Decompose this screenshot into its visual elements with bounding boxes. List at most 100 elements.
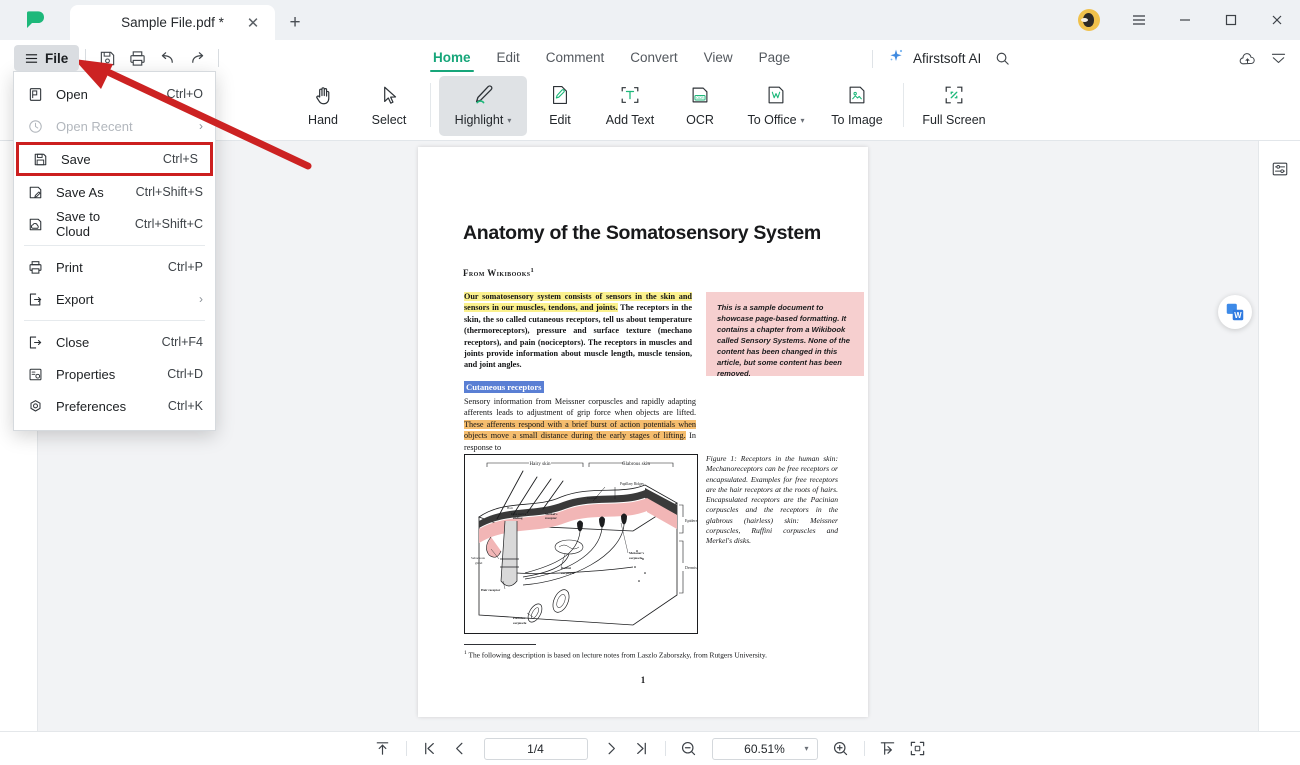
tool-full-screen[interactable]: Full Screen xyxy=(912,76,996,136)
word-convert-icon[interactable]: W xyxy=(1218,295,1252,329)
menu-item-export-label: Export xyxy=(56,291,94,307)
save-cloud-icon xyxy=(28,217,48,232)
tab-page[interactable]: Page xyxy=(746,46,804,72)
menu-item-save-as[interactable]: Save As Ctrl+Shift+S xyxy=(14,176,215,208)
collapse-ribbon-icon[interactable] xyxy=(1269,50,1288,69)
tab-edit[interactable]: Edit xyxy=(484,46,533,72)
tool-edit[interactable]: Edit xyxy=(527,76,593,136)
window-controls xyxy=(1078,0,1300,40)
zoom-level-select[interactable]: 60.51% ▾ xyxy=(711,737,818,760)
svg-text:Dermis: Dermis xyxy=(685,565,697,570)
minimize-button[interactable] xyxy=(1162,0,1208,40)
file-button[interactable]: File xyxy=(14,45,80,71)
close-window-button[interactable] xyxy=(1254,0,1300,40)
divider xyxy=(405,741,407,756)
menu-item-preferences[interactable]: Preferences Ctrl+K xyxy=(14,390,215,422)
chevron-down-icon[interactable]: ▾ xyxy=(801,116,805,125)
maximize-button[interactable] xyxy=(1208,0,1254,40)
close-icon[interactable]: ✕ xyxy=(245,15,261,32)
divider xyxy=(24,245,205,246)
chevron-right-icon: › xyxy=(199,119,203,133)
menu-item-open-shortcut: Ctrl+O xyxy=(166,87,203,101)
chevron-down-icon[interactable]: ▾ xyxy=(507,116,511,125)
svg-text:Hair: Hair xyxy=(507,506,514,510)
prev-page-icon[interactable] xyxy=(446,737,474,761)
divider xyxy=(218,49,220,67)
tab-home[interactable]: Home xyxy=(420,46,484,72)
tool-ocr[interactable]: OCR OCR xyxy=(667,76,733,136)
next-page-icon[interactable] xyxy=(598,737,626,761)
menu-item-save[interactable]: Save Ctrl+S xyxy=(16,142,213,176)
clock-icon xyxy=(28,119,48,134)
paragraph-one-rest: The receptors in the skin, the so called… xyxy=(464,303,692,370)
preferences-icon xyxy=(28,399,48,414)
svg-text:W: W xyxy=(1234,311,1242,320)
svg-text:corpuscle: corpuscle xyxy=(513,621,527,625)
menu-item-export[interactable]: Export › xyxy=(14,283,215,315)
fit-page-icon[interactable] xyxy=(904,737,932,761)
svg-text:Ruffini: Ruffini xyxy=(561,566,571,570)
menu-item-print-label: Print xyxy=(56,259,83,275)
tool-to-image-label: To Image xyxy=(831,113,883,127)
menu-item-save-to-cloud[interactable]: Save to Cloud Ctrl+Shift+C xyxy=(14,208,215,240)
tab-title: Sample File.pdf * xyxy=(121,15,224,30)
tab-view[interactable]: View xyxy=(691,46,746,72)
tab-comment[interactable]: Comment xyxy=(533,46,618,72)
save-icon[interactable] xyxy=(92,45,122,71)
edit-page-icon xyxy=(549,82,571,108)
scroll-to-top-icon[interactable] xyxy=(369,737,397,761)
menu-item-open-label: Open xyxy=(56,86,88,102)
tool-ocr-label: OCR xyxy=(686,113,714,127)
svg-text:Pacinian: Pacinian xyxy=(513,616,525,620)
print-icon[interactable] xyxy=(122,45,152,71)
menu-item-save-label: Save xyxy=(61,151,91,167)
hand-icon xyxy=(312,82,335,108)
tool-to-office[interactable]: To Office ▾ xyxy=(733,76,819,136)
zoom-level-value: 60.51% xyxy=(744,741,785,756)
page-number-input[interactable] xyxy=(483,737,588,760)
to-office-icon xyxy=(765,82,787,108)
menu-item-close-label: Close xyxy=(56,334,90,350)
pdf-page[interactable]: Anatomy of the Somatosensory System From… xyxy=(418,147,868,717)
svg-text:Papillary Ridges: Papillary Ridges xyxy=(620,482,644,486)
menu-item-close[interactable]: Close Ctrl+F4 xyxy=(14,326,215,358)
zoom-in-icon[interactable] xyxy=(827,737,855,761)
cloud-upload-icon[interactable] xyxy=(1238,50,1257,69)
svg-text:Hair receptor: Hair receptor xyxy=(481,588,501,592)
afirstsoft-ai-label[interactable]: Afirstsoft AI xyxy=(913,51,981,66)
menu-item-print[interactable]: Print Ctrl+P xyxy=(14,251,215,283)
menu-item-open[interactable]: Open Ctrl+O xyxy=(14,78,215,110)
tool-full-screen-label: Full Screen xyxy=(922,113,986,127)
tool-to-office-label: To Office ▾ xyxy=(747,113,804,127)
svg-text:gland: gland xyxy=(475,561,483,565)
svg-text:Glabrous skin: Glabrous skin xyxy=(622,462,650,467)
zoom-out-icon[interactable] xyxy=(675,737,703,761)
user-avatar[interactable] xyxy=(1078,9,1100,31)
new-tab-button[interactable]: + xyxy=(275,5,315,40)
search-icon[interactable] xyxy=(995,51,1010,66)
last-page-icon[interactable] xyxy=(628,737,656,761)
menu-item-print-shortcut: Ctrl+P xyxy=(167,260,203,274)
tab-convert[interactable]: Convert xyxy=(617,46,690,72)
properties-panel-icon[interactable] xyxy=(1266,155,1294,183)
figure-caption: Figure 1: Receptors in the human skin: M… xyxy=(706,454,838,546)
source-text: From Wikibooks xyxy=(463,268,531,278)
tool-select[interactable]: Select xyxy=(356,76,422,136)
first-page-icon[interactable] xyxy=(416,737,444,761)
svg-text:Sebaceous: Sebaceous xyxy=(471,556,486,560)
chevron-down-icon[interactable]: ▾ xyxy=(804,744,808,753)
sample-callout-text: This is a sample document to showcase pa… xyxy=(717,303,850,378)
tool-hand[interactable]: Hand xyxy=(290,76,356,136)
tool-highlight[interactable]: Highlight ▾ xyxy=(439,76,527,136)
fit-width-icon[interactable] xyxy=(874,737,902,761)
menu-item-close-shortcut: Ctrl+F4 xyxy=(161,335,203,349)
menu-item-properties[interactable]: Properties Ctrl+D xyxy=(14,358,215,390)
undo-icon[interactable] xyxy=(152,45,182,71)
tool-add-text[interactable]: Add Text xyxy=(593,76,667,136)
document-tab[interactable]: Sample File.pdf * ✕ xyxy=(70,5,275,40)
menu-icon[interactable] xyxy=(1116,0,1162,40)
redo-icon[interactable] xyxy=(182,45,212,71)
divider xyxy=(664,741,666,756)
tool-to-image[interactable]: To Image xyxy=(819,76,895,136)
divider xyxy=(24,320,205,321)
